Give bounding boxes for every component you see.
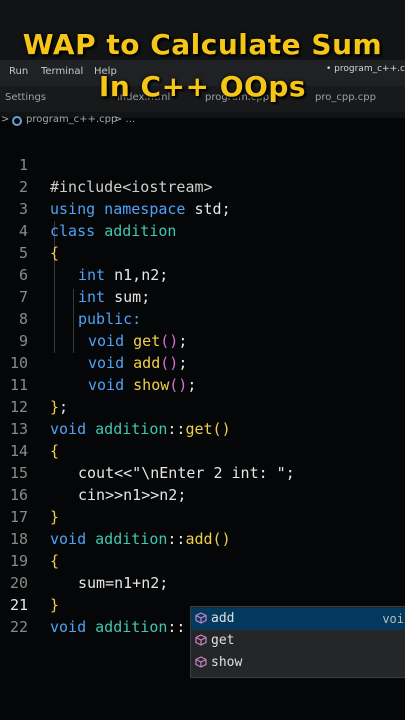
code-line: 10 void show(); [0,330,405,394]
code-text: void addition:: [50,618,186,636]
suggestion-label: show [211,655,243,670]
code-line: 20 } [0,550,405,614]
code-line: 9 void add(); [0,308,405,372]
cpp-file-icon [12,116,22,126]
code-line: 19 sum=n1+n2; [0,528,405,592]
code-line: 15 cin>>n1>>n2; [0,440,405,504]
suggestion-label: add [211,611,235,626]
code-line: 1 #include<iostream> [0,132,405,196]
code-line: 11 }; [0,352,405,416]
code-line: 6 int sum; [0,242,405,306]
code-line: 2 using namespace std; [0,154,405,218]
breadcrumb-arrow-icon: > [1,114,10,125]
code-line: 8 void get(); [0,286,405,350]
code-line: 5 int n1,n2; [0,220,405,284]
code-line: 3 class addition [0,176,405,240]
method-cube-icon [195,612,207,624]
overlay-title-line1: WAP to Calculate Sum [22,28,383,61]
method-cube-icon [195,656,207,668]
method-cube-icon [195,634,207,646]
autocomplete-popup: add voi get show [190,606,405,678]
code-line: 18 { [0,506,405,570]
breadcrumb-tail[interactable]: > ... [114,114,135,125]
suggestion-detail: voi [382,612,404,626]
suggestion-label: get [211,633,235,648]
code-line: 14 cout<<"\nEnter 2 int: "; [0,418,405,482]
code-line: 4 { [0,198,405,262]
code-line: 16 } [0,462,405,526]
suggestion-show[interactable]: show [191,652,405,674]
breadcrumb: > program_c++.cpp > ... [0,114,405,130]
code-line: 17 void addition::add() [0,484,405,548]
breadcrumb-file[interactable]: program_c++.cpp [26,114,117,125]
overlay-title-line2: In C++ OOps [98,70,307,103]
line-number: 22 [9,618,28,636]
code-line-active: 21 void addition:: [0,572,405,636]
suggestion-add[interactable]: add voi [191,608,405,630]
suggestion-get[interactable]: get [191,630,405,652]
code-line: 12 void addition::get() [0,374,405,438]
code-line: 13 { [0,396,405,460]
code-line: 7 public: [0,264,405,328]
